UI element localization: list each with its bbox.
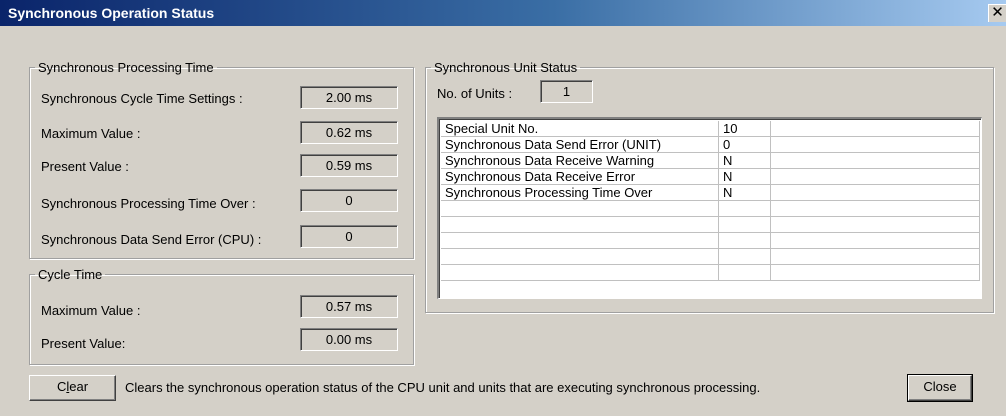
unit-status-extra-cell [770, 168, 980, 185]
unit-status-extra-cell [770, 264, 980, 281]
clear-label-end: ear [69, 379, 89, 394]
unit-status-extra-cell [770, 136, 980, 153]
sync-processing-time-legend: Synchronous Processing Time [38, 60, 214, 75]
unit-status-row[interactable]: Synchronous Data Send Error (UNIT) 0 [441, 136, 980, 153]
window-title: Synchronous Operation Status [8, 5, 215, 21]
unit-status-value-cell: N [718, 168, 771, 185]
sync-maximum-value-label: Maximum Value : [41, 126, 141, 141]
cycle-maximum-value-label: Maximum Value : [41, 303, 141, 318]
unit-status-value-cell [718, 216, 771, 233]
unit-status-extra-cell [770, 184, 980, 201]
unit-status-extra-cell [770, 152, 980, 169]
unit-status-value-cell [718, 248, 771, 265]
unit-status-field-cell [441, 264, 719, 281]
sync-cycle-time-settings-label: Synchronous Cycle Time Settings : [41, 91, 243, 106]
sync-processing-time-over-label: Synchronous Processing Time Over : [41, 196, 256, 211]
cycle-time-legend: Cycle Time [38, 267, 103, 282]
unit-status-value-cell [718, 264, 771, 281]
unit-status-list[interactable]: Special Unit No. 10 Synchronous Data Send … [437, 117, 982, 299]
sync-data-send-error-cpu-label: Synchronous Data Send Error (CPU) : [41, 232, 262, 247]
unit-status-row[interactable]: Synchronous Data Receive Warning N [441, 152, 980, 169]
unit-status-row[interactable] [441, 232, 980, 249]
sync-processing-time-over-value: 0 [300, 189, 398, 212]
unit-status-field-cell: Synchronous Data Send Error (UNIT) [441, 136, 719, 153]
unit-status-extra-cell [770, 121, 980, 137]
cycle-maximum-value: 0.57 ms [300, 295, 398, 318]
units-count-label: No. of Units : [437, 86, 513, 101]
unit-status-field-cell: Special Unit No. [441, 121, 719, 137]
sync-cycle-time-settings-value: 2.00 ms [300, 86, 398, 109]
unit-status-extra-cell [770, 200, 980, 217]
title-bar: Synchronous Operation Status ✕ [0, 0, 1006, 26]
unit-status-row[interactable] [441, 200, 980, 217]
unit-status-extra-cell [770, 216, 980, 233]
unit-status-extra-cell [770, 248, 980, 265]
unit-status-field-cell: Synchronous Data Receive Warning [441, 152, 719, 169]
unit-status-value-cell: N [718, 152, 771, 169]
unit-status-row[interactable]: Special Unit No. 10 [441, 121, 980, 137]
unit-status-field-cell [441, 248, 719, 265]
close-icon[interactable]: ✕ [988, 4, 1006, 22]
unit-status-row[interactable] [441, 248, 980, 265]
unit-status-value-cell: N [718, 184, 771, 201]
unit-status-field-cell [441, 200, 719, 217]
unit-status-row[interactable] [441, 216, 980, 233]
unit-status-row[interactable]: Synchronous Data Receive Error N [441, 168, 980, 185]
cycle-present-value-label: Present Value: [41, 336, 126, 351]
unit-status-field-cell: Synchronous Data Receive Error [441, 168, 719, 185]
unit-status-value-cell: 10 [718, 121, 771, 137]
unit-status-extra-cell [770, 232, 980, 249]
unit-status-field-cell [441, 216, 719, 233]
unit-status-field-cell [441, 232, 719, 249]
clear-button[interactable]: Clear [29, 375, 116, 401]
sync-present-value: 0.59 ms [300, 154, 398, 177]
sync-present-value-label: Present Value : [41, 159, 129, 174]
sync-data-send-error-cpu-value: 0 [300, 225, 398, 248]
unit-status-row[interactable] [441, 264, 980, 281]
clear-label-start: C [56, 379, 67, 394]
unit-status-value-cell [718, 232, 771, 249]
close-button[interactable]: Close [907, 374, 973, 402]
unit-status-value-cell: 0 [718, 136, 771, 153]
cycle-present-value: 0.00 ms [300, 328, 398, 351]
clear-description: Clears the synchronous operation status … [125, 380, 761, 395]
unit-status-table: Special Unit No. 10 Synchronous Data Send … [441, 121, 980, 281]
unit-status-row[interactable]: Synchronous Processing Time Over N [441, 184, 980, 201]
sync-maximum-value: 0.62 ms [300, 121, 398, 144]
unit-status-value-cell [718, 200, 771, 217]
unit-status-field-cell: Synchronous Processing Time Over [441, 184, 719, 201]
units-count-value: 1 [540, 80, 593, 103]
sync-unit-status-legend: Synchronous Unit Status [434, 60, 578, 75]
